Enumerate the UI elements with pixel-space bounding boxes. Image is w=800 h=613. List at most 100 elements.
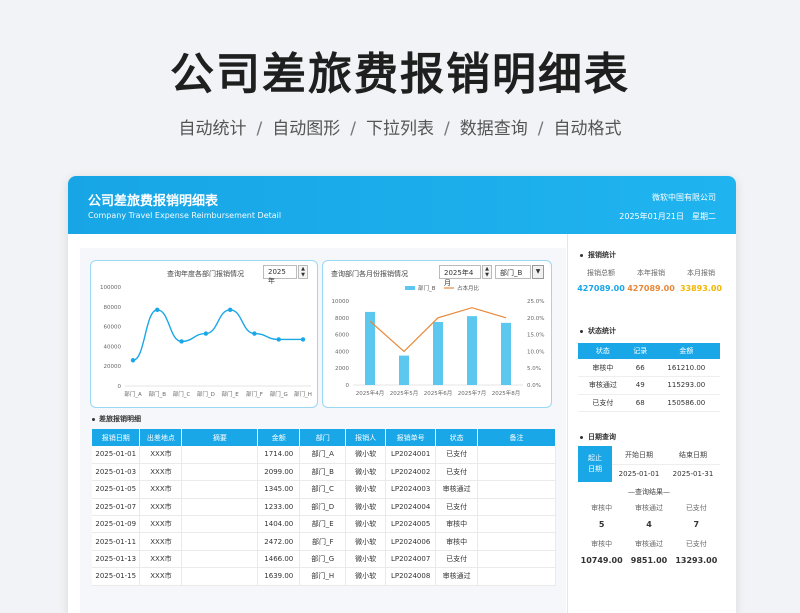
table-cell[interactable] <box>477 567 556 586</box>
table-cell[interactable]: 微小软 <box>345 567 387 586</box>
table-cell[interactable] <box>181 498 259 517</box>
table-cell[interactable]: 已支付 <box>435 446 479 464</box>
table-cell[interactable]: 微小软 <box>345 480 387 499</box>
table-cell[interactable]: 部门_A <box>299 446 347 464</box>
table-cell[interactable]: 2025-01-01 <box>92 446 141 464</box>
table-cell[interactable]: 部门_F <box>299 532 347 551</box>
detail-header-cell[interactable]: 报销单号 <box>385 429 437 446</box>
table-cell[interactable]: 微小软 <box>345 532 387 551</box>
table-cell[interactable]: LP2024005 <box>385 515 437 534</box>
detail-header-cell[interactable]: 备注 <box>477 429 556 446</box>
table-cell[interactable]: 审核通过 <box>435 480 479 499</box>
table-cell[interactable]: 2025-01-11 <box>92 532 141 551</box>
table-cell[interactable]: 2025-01-05 <box>92 480 141 499</box>
table-cell[interactable]: 1466.00 <box>257 550 301 569</box>
table-cell[interactable]: 已支付 <box>435 498 479 517</box>
table-cell[interactable] <box>181 550 259 569</box>
table-cell[interactable]: 微小软 <box>345 463 387 482</box>
table-cell[interactable]: LP2024006 <box>385 532 437 551</box>
table-cell[interactable]: 部门_H <box>299 567 347 586</box>
table-cell[interactable] <box>181 532 259 551</box>
table-cell[interactable]: 微小软 <box>345 550 387 569</box>
table-cell[interactable]: XXX市 <box>139 446 183 464</box>
table-cell[interactable]: 1714.00 <box>257 446 301 464</box>
table-cell[interactable]: XXX市 <box>139 498 183 517</box>
detail-header-cell[interactable]: 摘要 <box>181 429 259 446</box>
table-cell[interactable] <box>181 567 259 586</box>
table-cell[interactable]: 已支付 <box>435 550 479 569</box>
table-cell[interactable]: XXX市 <box>139 480 183 499</box>
table-cell[interactable]: 部门_D <box>299 498 347 517</box>
x-tick-label: 2025年8月 <box>492 389 521 397</box>
table-cell[interactable]: 审核通过 <box>435 567 479 586</box>
monthly-dept-chart-card: 查询部门各月份报销情况 2025年4月 ▲ ▼ 部门_B ▼ 0 2000 4000 6… <box>322 260 552 408</box>
table-cell[interactable]: 审核中 <box>435 515 479 534</box>
table-cell[interactable]: LP2024003 <box>385 480 437 499</box>
yearly-dept-line-chart: 0 20000 40000 60000 80000 100000 部门_A 部门_B 部门_C 部… <box>100 285 312 398</box>
end-date-input[interactable]: 2025-01-31 <box>666 464 720 482</box>
yearly-dept-chart-card: 查询年度各部门报销情况 2025 年 ▲ ▼ 0 20000 40000 60000 80… <box>90 260 318 408</box>
table-cell[interactable]: 审核中 <box>435 532 479 551</box>
date-query-title: 日期查询 <box>580 432 616 442</box>
end-date-label: 结束日期 <box>679 451 707 459</box>
table-cell[interactable]: LP2024002 <box>385 463 437 482</box>
table-cell[interactable]: 2025-01-15 <box>92 567 141 586</box>
table-cell[interactable] <box>181 446 259 464</box>
detail-header-cell[interactable]: 状态 <box>435 429 479 446</box>
table-cell[interactable]: XXX市 <box>139 550 183 569</box>
table-cell[interactable]: 微小软 <box>345 498 387 517</box>
detail-header-cell[interactable]: 金额 <box>257 429 301 446</box>
start-date-input[interactable]: 2025-01-01 <box>612 464 666 482</box>
table-cell[interactable]: 部门_G <box>299 550 347 569</box>
table-cell[interactable]: 2025-01-03 <box>92 463 141 482</box>
table-cell[interactable]: 1639.00 <box>257 567 301 586</box>
table-cell[interactable]: LP2024007 <box>385 550 437 569</box>
table-cell[interactable] <box>181 480 259 499</box>
x-tick-label: 部门_G <box>270 390 288 398</box>
detail-header-cell[interactable]: 部门 <box>299 429 347 446</box>
table-cell[interactable] <box>477 550 556 569</box>
data-point <box>130 358 136 363</box>
table-cell[interactable]: 部门_B <box>299 463 347 482</box>
table-cell[interactable]: 微小软 <box>345 515 387 534</box>
result-label: 审核通过 <box>634 504 663 512</box>
y-tick-label: 40000 <box>104 344 122 350</box>
detail-header-cell[interactable]: 出差地点 <box>139 429 183 446</box>
table-cell[interactable]: 微小软 <box>345 446 387 464</box>
table-cell[interactable] <box>477 463 556 482</box>
table-cell[interactable]: 2025-01-07 <box>92 498 141 517</box>
amount-value: 13293.00 <box>675 556 718 565</box>
table-cell[interactable] <box>477 480 556 499</box>
table-cell[interactable]: XXX市 <box>139 532 183 551</box>
detail-header-cell[interactable]: 报销日期 <box>92 429 141 446</box>
table-cell[interactable]: XXX市 <box>139 515 183 534</box>
status-cell: 68 <box>627 394 653 412</box>
y-left-tick-label: 0 <box>346 383 350 389</box>
table-cell[interactable]: 1404.00 <box>257 515 301 534</box>
y-right-tick-label: 10.0% <box>527 349 544 355</box>
table-cell[interactable]: 1233.00 <box>257 498 301 517</box>
table-cell[interactable]: LP2024004 <box>385 498 437 517</box>
table-cell[interactable]: LP2024001 <box>385 446 437 464</box>
table-cell[interactable] <box>477 532 556 551</box>
table-cell[interactable]: LP2024008 <box>385 567 437 586</box>
table-cell[interactable] <box>477 515 556 534</box>
table-cell[interactable]: XXX市 <box>139 567 183 586</box>
table-cell[interactable] <box>181 515 259 534</box>
table-cell[interactable]: 2025-01-13 <box>92 550 141 569</box>
table-cell[interactable]: 1345.00 <box>257 480 301 499</box>
table-cell[interactable]: XXX市 <box>139 463 183 482</box>
detail-header-cell[interactable]: 报销人 <box>345 429 387 446</box>
table-cell[interactable]: 部门_C <box>299 480 347 499</box>
table-cell[interactable]: 2099.00 <box>257 463 301 482</box>
table-cell[interactable]: 2025-01-09 <box>92 515 141 534</box>
table-cell[interactable]: 已支付 <box>435 463 479 482</box>
date-query-box: 起止 日期 开始日期 2025-01-01 结束日期 2025-01-31 <box>578 446 720 482</box>
table-cell[interactable] <box>181 463 259 482</box>
table-cell[interactable] <box>477 498 556 517</box>
table-row: 2025-01-07 XXX市 1233.00 部门_D 微小软 LP2024004 已支付 <box>92 498 556 517</box>
date-query-label: 日期查询 <box>588 433 616 441</box>
table-cell[interactable] <box>477 446 556 464</box>
table-cell[interactable]: 2472.00 <box>257 532 301 551</box>
table-cell[interactable]: 部门_E <box>299 515 347 534</box>
